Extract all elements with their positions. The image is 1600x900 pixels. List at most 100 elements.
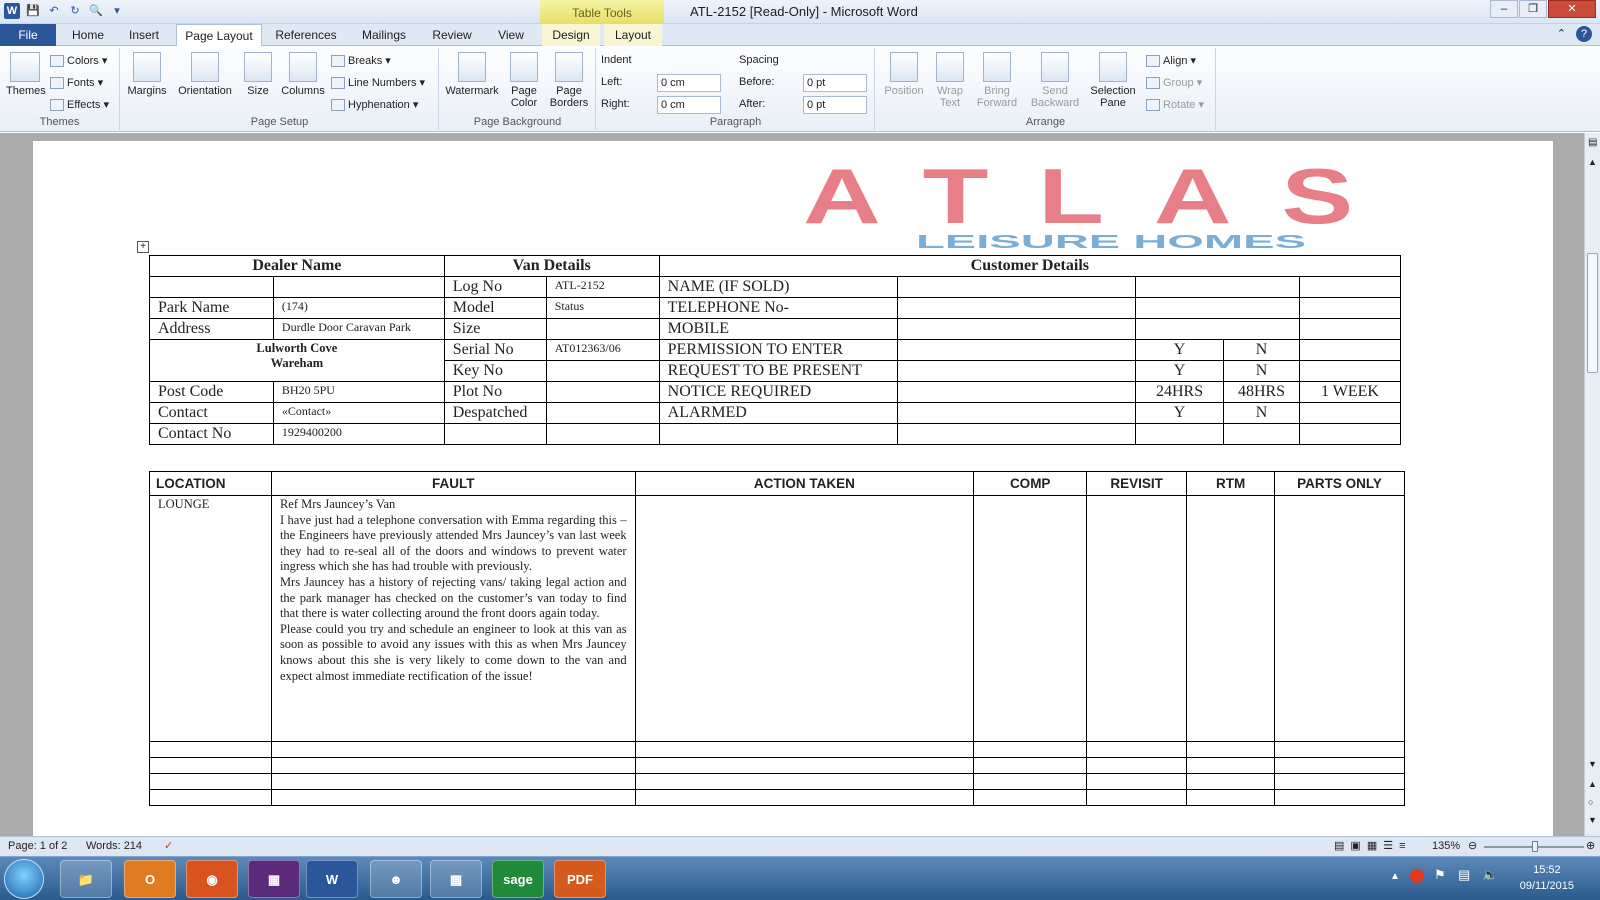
restore-button[interactable]: ❐ <box>1519 0 1547 18</box>
model-value[interactable]: Status <box>545 297 660 319</box>
spacing-after-input[interactable]: 0 pt <box>803 96 867 114</box>
scroll-down-icon[interactable]: ▼ <box>1588 759 1597 769</box>
notice-1week[interactable]: 1 WEEK <box>1298 381 1402 403</box>
empty-cell[interactable] <box>1135 423 1225 445</box>
tab-mailings[interactable]: Mailings <box>350 24 418 46</box>
empty-cell[interactable] <box>272 276 445 298</box>
empty-cell[interactable] <box>149 773 272 790</box>
action-center-flag-icon[interactable]: ⚑ <box>1434 867 1446 883</box>
empty-cell[interactable] <box>1135 297 1300 319</box>
address-value[interactable]: Durdle Door Caravan Park <box>272 318 445 340</box>
full-screen-reading-icon[interactable]: ▣ <box>1350 837 1360 856</box>
postcode-value[interactable]: BH20 5PU <box>272 381 445 403</box>
empty-cell[interactable] <box>634 757 975 774</box>
wrap-text-button[interactable]: Wrap Text <box>930 52 970 109</box>
zoom-level[interactable]: 135% <box>1432 837 1460 856</box>
empty-cell[interactable] <box>1086 757 1188 774</box>
word-count[interactable]: Words: 214 <box>86 837 142 856</box>
empty-cell[interactable] <box>973 773 1088 790</box>
draft-icon[interactable]: ≡ <box>1399 837 1405 856</box>
empty-cell[interactable] <box>1298 339 1402 361</box>
action-taken-cell[interactable] <box>634 495 975 742</box>
group-button[interactable]: Group ▾ <box>1146 76 1202 90</box>
permission-yes[interactable]: Y <box>1135 339 1225 361</box>
line-numbers-button[interactable]: Line Numbers ▾ <box>331 76 425 90</box>
empty-cell[interactable] <box>149 757 272 774</box>
comp-cell[interactable] <box>973 495 1088 742</box>
empty-cell[interactable] <box>149 741 272 758</box>
vertical-scrollbar[interactable]: ▤ ▲ ▼ ▲ ○ ▼ <box>1584 133 1600 836</box>
empty-cell[interactable] <box>1298 297 1402 319</box>
tab-layout[interactable]: Layout <box>604 24 662 46</box>
empty-cell[interactable] <box>1298 318 1402 340</box>
page-count[interactable]: Page: 1 of 2 <box>8 837 67 856</box>
contact-value[interactable]: «Contact» <box>272 402 445 424</box>
mobile-value[interactable] <box>897 318 1137 340</box>
proofing-icon[interactable]: ✓ <box>164 837 173 856</box>
taskbar-calculator[interactable]: ▦ <box>430 860 482 898</box>
scroll-up-icon[interactable]: ▲ <box>1588 157 1597 167</box>
taskbar-calendar[interactable]: ▦ <box>248 860 300 898</box>
colors-button[interactable]: Colors ▾ <box>50 54 107 68</box>
breaks-button[interactable]: Breaks ▾ <box>331 54 391 68</box>
empty-cell[interactable] <box>1186 773 1276 790</box>
empty-cell[interactable] <box>634 741 975 758</box>
request-no[interactable]: N <box>1223 360 1300 382</box>
send-backward-button[interactable]: Send Backward <box>1024 52 1086 109</box>
selection-pane-button[interactable]: Selection Pane <box>1088 52 1138 109</box>
print-layout-icon[interactable]: ▤ <box>1334 837 1344 856</box>
tab-design[interactable]: Design <box>542 24 600 46</box>
taskbar-explorer[interactable]: 📁 <box>60 860 112 898</box>
indent-right-input[interactable]: 0 cm <box>657 96 721 114</box>
empty-cell[interactable] <box>545 423 660 445</box>
empty-cell[interactable] <box>443 423 547 445</box>
page-borders-button[interactable]: Page Borders <box>546 52 592 109</box>
document-page[interactable]: ATLAS LEISURE HOMES + Dealer Name Van De… <box>33 141 1553 836</box>
rtm-cell[interactable] <box>1186 495 1276 742</box>
customize-qat-icon[interactable]: ▾ <box>109 3 125 19</box>
empty-cell[interactable] <box>1298 402 1402 424</box>
empty-cell[interactable] <box>1086 773 1188 790</box>
park-name-value[interactable]: (174) <box>272 297 445 319</box>
taskbar-pdf[interactable]: PDF <box>554 860 606 898</box>
indent-left-input[interactable]: 0 cm <box>657 74 721 92</box>
columns-button[interactable]: Columns <box>279 52 327 97</box>
parts-only-cell[interactable] <box>1274 495 1405 742</box>
volume-icon[interactable]: 🔈 <box>1482 867 1498 883</box>
empty-cell[interactable] <box>1274 757 1405 774</box>
collapse-ribbon-icon[interactable]: ⌃ <box>1557 27 1566 40</box>
empty-cell[interactable] <box>1274 789 1405 806</box>
empty-cell[interactable] <box>897 339 1137 361</box>
contact-no-value[interactable]: 1929400200 <box>272 423 445 445</box>
empty-cell[interactable] <box>1298 423 1402 445</box>
size-value[interactable] <box>545 318 660 340</box>
word-logo-icon[interactable]: W <box>4 3 20 19</box>
taskbar-outlook[interactable]: O <box>124 860 176 898</box>
empty-cell[interactable] <box>897 360 1137 382</box>
serial-no-value[interactable]: AT012363/06 <box>545 339 660 361</box>
scrollbar-thumb[interactable] <box>1587 253 1598 373</box>
watermark-button[interactable]: Watermark <box>444 52 500 97</box>
empty-cell[interactable] <box>270 789 636 806</box>
despatched-value[interactable] <box>545 402 660 424</box>
location-value[interactable]: LOUNGE <box>149 495 272 742</box>
table-move-handle-icon[interactable]: + <box>137 241 149 253</box>
zoom-slider-thumb[interactable] <box>1532 841 1538 852</box>
alarmed-yes[interactable]: Y <box>1135 402 1225 424</box>
plot-no-value[interactable] <box>545 381 660 403</box>
previous-page-icon[interactable]: ▲ <box>1588 779 1597 789</box>
size-button[interactable]: Size <box>239 52 277 97</box>
next-page-icon[interactable]: ▼ <box>1588 815 1597 825</box>
empty-cell[interactable] <box>270 741 636 758</box>
empty-cell[interactable] <box>270 757 636 774</box>
hyphenation-button[interactable]: Hyphenation ▾ <box>331 98 418 112</box>
position-button[interactable]: Position <box>880 52 928 97</box>
ruler-toggle-icon[interactable]: ▤ <box>1588 137 1597 148</box>
fault-description[interactable]: Ref Mrs Jauncey’s Van I have just had a … <box>270 495 636 742</box>
bring-forward-button[interactable]: Bring Forward <box>972 52 1022 109</box>
network-icon[interactable]: ▤ <box>1458 867 1470 883</box>
tab-page-layout[interactable]: Page Layout <box>176 24 262 47</box>
key-no-value[interactable] <box>545 360 660 382</box>
zoom-out-icon[interactable]: ⊖ <box>1468 837 1477 856</box>
empty-cell[interactable] <box>1186 757 1276 774</box>
